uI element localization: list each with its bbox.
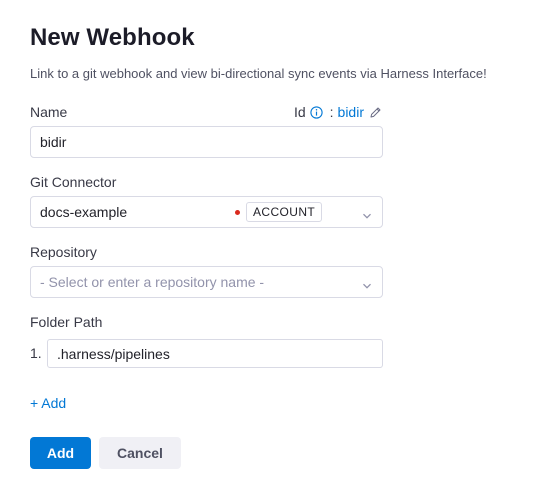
folder-path-index: 1. <box>30 345 42 361</box>
edit-pencil-icon[interactable] <box>369 106 382 119</box>
add-folder-path-link[interactable]: + Add <box>30 395 66 411</box>
add-button[interactable]: Add <box>30 437 91 469</box>
git-connector-value: docs-example <box>40 204 128 220</box>
id-value: bidir <box>337 104 364 120</box>
git-connector-select[interactable]: docs-example ACCOUNT <box>30 196 383 228</box>
git-connector-label: Git Connector <box>30 174 117 190</box>
id-colon: : <box>329 104 334 120</box>
repository-select[interactable]: - Select or enter a repository name - <box>30 266 383 298</box>
chevron-down-icon[interactable] <box>362 208 372 219</box>
connector-status-dot <box>235 210 240 215</box>
name-input-value: bidir <box>40 134 67 150</box>
dialog-title: New Webhook <box>30 24 195 51</box>
name-label: Name <box>30 104 68 120</box>
repository-label: Repository <box>30 244 97 260</box>
folder-path-value: .harness/pipelines <box>57 345 170 362</box>
id-row: Id : bidir <box>294 104 382 120</box>
id-label: Id <box>293 104 306 120</box>
cancel-button[interactable]: Cancel <box>99 437 181 469</box>
dialog-subtitle: Link to a git webhook and view bi-direct… <box>30 66 487 81</box>
name-input[interactable]: bidir <box>30 126 383 158</box>
repository-placeholder: - Select or enter a repository name - <box>40 274 265 290</box>
scope-badge: ACCOUNT <box>246 202 323 222</box>
folder-path-label: Folder Path <box>30 314 103 330</box>
chevron-down-icon[interactable] <box>362 278 372 289</box>
folder-path-input[interactable]: .harness/pipelines <box>47 339 383 368</box>
new-webhook-dialog: New Webhook Link to a git webhook and vi… <box>0 0 550 493</box>
info-icon[interactable] <box>309 105 323 119</box>
